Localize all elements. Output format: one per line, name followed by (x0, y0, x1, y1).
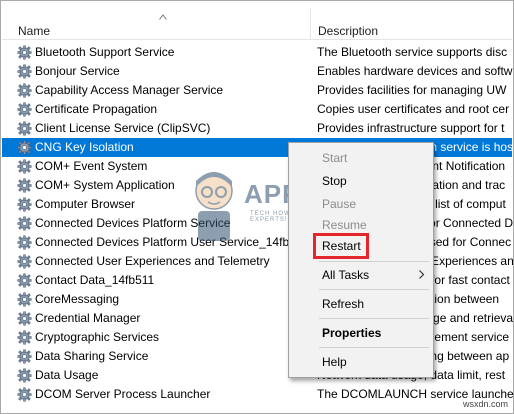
service-name: DCOM Server Process Launcher (35, 387, 211, 401)
menu-separator (319, 289, 429, 290)
gear-icon (17, 121, 32, 136)
service-name: Client License Service (ClipSVC) (35, 121, 211, 135)
name-column-header[interactable]: Name (18, 24, 50, 38)
restart-highlight-box (313, 233, 369, 259)
menu-separator (319, 347, 429, 348)
service-name: Bonjour Service (35, 64, 120, 78)
service-row[interactable]: Connected Devices Platform ServiceThis s… (2, 214, 513, 233)
services-window: Name Description Bluetooth Support Servi… (0, 0, 514, 414)
gear-icon (17, 273, 32, 288)
gear-icon (17, 45, 32, 60)
menu-separator (319, 318, 429, 319)
column-header: Name Description (2, 2, 512, 40)
gear-icon (17, 64, 32, 79)
menu-item-all-tasks[interactable]: All Tasks (289, 264, 433, 286)
service-name: COM+ System Application (35, 178, 175, 192)
service-name: Data Sharing Service (35, 349, 149, 363)
service-name: Bluetooth Support Service (35, 45, 175, 59)
gear-icon (17, 292, 32, 307)
gear-icon (17, 140, 32, 155)
service-row[interactable]: Cryptographic ServicesProvides three man… (2, 328, 512, 347)
service-name: Connected Devices Platform Service (35, 216, 231, 230)
menu-item-pause[interactable]: Pause (289, 193, 433, 215)
column-divider[interactable] (310, 8, 311, 40)
menu-item-refresh[interactable]: Refresh (289, 293, 433, 315)
service-description: Provides facilities for managing UW (317, 83, 507, 97)
gear-icon (17, 216, 32, 231)
services-list: Bluetooth Support Service The Bluetooth s… (2, 43, 513, 404)
gear-icon (17, 311, 32, 326)
service-row[interactable]: DCOM Server Process Launcher The DCOMLAUN… (2, 385, 513, 404)
service-row[interactable]: Bonjour Service Enables hardware devices … (2, 62, 512, 81)
gear-icon (17, 102, 32, 117)
service-row[interactable]: Computer BrowserMaintains an updated lis… (2, 195, 512, 214)
service-name: CoreMessaging (35, 292, 120, 306)
chevron-right-icon (419, 270, 425, 279)
gear-icon (17, 197, 32, 212)
service-name: Connected Devices Platform User Service_… (35, 235, 309, 249)
menu-item-properties[interactable]: Properties (289, 322, 433, 344)
gear-icon (17, 83, 32, 98)
gear-icon (17, 254, 32, 269)
service-name: Cryptographic Services (35, 330, 160, 344)
service-description: Provides infrastructure support for t (317, 121, 505, 135)
service-name: Contact Data_14fb511 (35, 273, 155, 287)
source-label: wsxdn.com (463, 399, 509, 409)
gear-icon (17, 330, 32, 345)
service-name: Capability Access Manager Service (35, 83, 224, 97)
gear-icon (17, 349, 32, 364)
service-name: CNG Key Isolation (35, 140, 134, 154)
context-menu: Start Stop Pause Resume Restart All Task… (288, 142, 434, 378)
service-row[interactable]: CoreMessagingManages communication betwe… (2, 290, 512, 309)
service-row[interactable]: Connected Devices Platform User Service_… (2, 233, 512, 252)
service-description: The Bluetooth service supports disc (317, 45, 508, 59)
service-description: Enables hardware devices and softw (317, 64, 513, 78)
service-name: COM+ Event System (35, 159, 148, 173)
service-row[interactable]: Capability Access Manager Service Provide… (2, 81, 512, 100)
service-row[interactable]: Contact Data_14fb511Indexes contact data… (2, 271, 512, 290)
gear-icon (17, 235, 32, 250)
description-column-header[interactable]: Description (318, 24, 378, 38)
service-row[interactable]: Credential ManagerProvides secure storag… (2, 309, 513, 328)
service-row[interactable]: Client License Service (ClipSVC) Provides… (2, 119, 512, 138)
service-name: Credential Manager (35, 311, 141, 325)
sort-up-icon (159, 14, 167, 20)
service-row[interactable]: COM+ Event SystemSupports System Event N… (2, 157, 512, 176)
service-row[interactable]: Certificate Propagation Copies user certi… (2, 100, 512, 119)
service-row[interactable]: Data UsageNetwork data usage, data limit… (2, 366, 512, 385)
gear-icon (17, 368, 32, 383)
service-name: Connected User Experiences and Telemetry (35, 254, 270, 268)
service-name: Certificate Propagation (35, 102, 158, 116)
service-row[interactable]: CNG Key IsolationThe CNG key isolation s… (2, 138, 513, 157)
gear-icon (17, 159, 32, 174)
service-row[interactable]: COM+ System ApplicationManages the confi… (2, 176, 512, 195)
menu-item-help[interactable]: Help (289, 351, 433, 373)
gear-icon (17, 387, 32, 402)
menu-separator (319, 261, 429, 262)
menu-item-start[interactable]: Start (289, 147, 433, 169)
service-description: Copies user certificates and root cer (317, 102, 510, 116)
service-name: Computer Browser (35, 197, 136, 211)
service-name: Data Usage (35, 368, 99, 382)
service-row[interactable]: Bluetooth Support Service The Bluetooth s… (2, 43, 512, 62)
service-row[interactable]: Data Sharing ServiceProvides data broker… (2, 347, 512, 366)
service-row[interactable]: Connected User Experiences and Telemetry… (2, 252, 513, 271)
menu-item-stop[interactable]: Stop (289, 170, 433, 192)
gear-icon (17, 178, 32, 193)
